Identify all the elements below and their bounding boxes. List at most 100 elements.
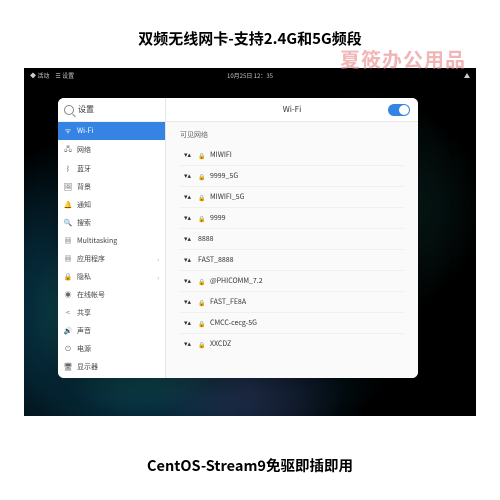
content-header: Wi-Fi xyxy=(166,98,418,122)
sidebar-item-6[interactable]: ▦ Multitasking xyxy=(58,232,165,250)
sidebar-item-4[interactable]: 🔔通知 xyxy=(58,196,165,214)
wifi-signal-icon: ▾▴ xyxy=(184,255,192,265)
network-item-8[interactable]: ▾▴ 🔒 CMCC-cecg-5G xyxy=(180,313,404,334)
chevron-right-icon: › xyxy=(157,273,159,282)
wifi-signal-icon: ▾▴ xyxy=(184,213,192,223)
lock-icon: 🔒 xyxy=(198,193,204,202)
network-name: FAST_8888 xyxy=(198,255,234,265)
sidebar-item-icon: ▦ xyxy=(64,236,72,246)
sidebar-item-12[interactable]: ⏻ 电源 xyxy=(58,340,165,358)
sidebar-item-5[interactable]: 🔍 搜索 xyxy=(58,214,165,232)
wifi-signal-icon: ▾▴ xyxy=(184,297,192,307)
watermark-text: 夏筱办公用品 xyxy=(340,44,466,73)
network-name: XXCDZ xyxy=(210,339,231,349)
sidebar-item-11[interactable]: 🔊 声音 xyxy=(58,322,165,340)
sidebar-item-label: 电源 xyxy=(77,344,91,354)
sidebar-item-3[interactable]: 🖼 背景 xyxy=(58,178,165,196)
sidebar-item-label: 显示器 xyxy=(77,362,98,372)
sidebar-item-2[interactable]: ᛒ 蓝牙 xyxy=(58,160,165,178)
wifi-toggle[interactable] xyxy=(388,104,410,116)
clock[interactable]: 10月25日 12：35 xyxy=(227,71,273,80)
lock-icon: 🔒 xyxy=(198,319,204,328)
network-name: 8888 xyxy=(198,234,214,244)
network-name: @PHICOMM_7.2 xyxy=(210,276,263,286)
chevron-right-icon: › xyxy=(157,255,159,264)
lock-icon: 🔒 xyxy=(198,214,204,223)
sidebar-item-13[interactable]: 🖥 显示器 xyxy=(58,358,165,376)
sidebar-item-8[interactable]: 🔒 隐私 › xyxy=(58,268,165,286)
network-item-9[interactable]: ▾▴ 🔒 XXCDZ xyxy=(180,334,404,354)
desktop-screenshot: ◆ 活动 ☰ 设置 10月25日 12：35 设置 ᯤ Wi-Fi 🖧 网络 ᛒ 蓝牙 🖼 背… xyxy=(24,68,476,416)
app-menu[interactable]: ☰ 设置 xyxy=(55,71,74,80)
section-label: 可见网络 xyxy=(180,130,404,140)
lock-icon: 🔒 xyxy=(198,172,204,181)
sidebar-item-9[interactable]: ◉ 在线帐号 xyxy=(58,286,165,304)
sidebar-item-icon: 🔒 xyxy=(64,272,72,282)
sidebar-item-icon: 🖥 xyxy=(64,362,72,372)
network-name: CMCC-cecg-5G xyxy=(210,318,257,328)
network-item-2[interactable]: ▾▴ 🔒 MIWIFI_5G xyxy=(180,187,404,208)
wifi-signal-icon: ▾▴ xyxy=(184,171,192,181)
network-item-5[interactable]: ▾▴ FAST_8888 xyxy=(180,250,404,271)
sidebar-item-icon: 🔍 xyxy=(64,218,72,228)
sidebar-item-label: 通知 xyxy=(77,200,91,210)
lock-icon: 🔒 xyxy=(198,277,204,286)
lock-icon: 🔒 xyxy=(198,151,204,160)
content-title: Wi-Fi xyxy=(283,104,302,115)
network-item-1[interactable]: ▾▴ 🔒 9999_5G xyxy=(180,166,404,187)
network-name: FAST_FE8A xyxy=(210,297,246,307)
content-pane: Wi-Fi 可见网络 ▾▴ 🔒 MIWIFI ▾▴ 🔒 9999_5G ▾▴ 🔒 MIWIFI_… xyxy=(166,98,418,378)
sidebar-header: 设置 xyxy=(58,98,165,122)
settings-sidebar: 设置 ᯤ Wi-Fi 🖧 网络 ᛒ 蓝牙 🖼 背景 🔔通知 🔍 搜索 ▦ Multitasking ▦ 应用… xyxy=(58,98,166,378)
network-item-0[interactable]: ▾▴ 🔒 MIWIFI xyxy=(180,145,404,166)
network-item-7[interactable]: ▾▴ 🔒 FAST_FE8A xyxy=(180,292,404,313)
sidebar-item-7[interactable]: ▦ 应用程序 › xyxy=(58,250,165,268)
network-name: MIWIFI xyxy=(210,150,232,160)
network-item-4[interactable]: ▾▴ 8888 xyxy=(180,229,404,250)
content-body: 可见网络 ▾▴🔒MIWIFI▾▴🔒9999_5G▾▴🔒MIWIFI_5G▾▴🔒9… xyxy=(166,122,418,362)
sidebar-item-label: Multitasking xyxy=(77,236,117,246)
caption-bottom: CentOS-Stream9免驱即插即用 xyxy=(0,455,500,476)
sidebar-list: ᯤ Wi-Fi 🖧 网络 ᛒ 蓝牙 🖼 背景 🔔通知 🔍 搜索 ▦ Multitasking ▦ 应用程序 ›… xyxy=(58,122,165,378)
sidebar-item-icon: ▦ xyxy=(64,254,72,264)
tray-icon xyxy=(464,73,470,78)
wifi-signal-icon: ▾▴ xyxy=(184,276,192,286)
lock-icon: 🔒 xyxy=(198,340,204,349)
sidebar-item-label: Wi-Fi xyxy=(77,126,93,136)
sidebar-item-icon: < xyxy=(64,308,72,318)
network-item-3[interactable]: ▾▴🔒9999 xyxy=(180,208,404,229)
sidebar-item-icon: 🖧 xyxy=(64,144,72,156)
sidebar-item-0[interactable]: ᯤ Wi-Fi xyxy=(58,122,165,140)
sidebar-item-icon: ᯤ xyxy=(64,126,72,136)
sidebar-item-label: 在线帐号 xyxy=(77,290,105,300)
sidebar-item-1[interactable]: 🖧 网络 xyxy=(58,140,165,160)
sidebar-item-icon: ◉ xyxy=(64,290,72,300)
sidebar-item-icon: ᛒ xyxy=(64,164,72,174)
sidebar-item-label: 共享 xyxy=(77,308,91,318)
settings-window: 设置 ᯤ Wi-Fi 🖧 网络 ᛒ 蓝牙 🖼 背景 🔔通知 🔍 搜索 ▦ Multitasking ▦ 应用… xyxy=(58,98,418,378)
network-name: MIWIFI_5G xyxy=(210,192,244,202)
wifi-signal-icon: ▾▴ xyxy=(184,339,192,349)
network-list: ▾▴🔒MIWIFI▾▴🔒9999_5G▾▴🔒MIWIFI_5G▾▴🔒9999▾▴… xyxy=(180,145,404,354)
wifi-signal-icon: ▾▴ xyxy=(184,318,192,328)
sidebar-item-label: 声音 xyxy=(77,326,91,336)
sidebar-item-icon: ⏻ xyxy=(64,344,72,354)
network-item-6[interactable]: ▾▴ 🔒 @PHICOMM_7.2 xyxy=(180,271,404,292)
sidebar-item-10[interactable]: < 共享 xyxy=(58,304,165,322)
wifi-signal-icon: ▾▴ xyxy=(184,192,192,202)
sidebar-item-label: 搜索 xyxy=(77,218,91,228)
sidebar-item-icon: 🖼 xyxy=(64,182,72,192)
sidebar-item-label: 应用程序 xyxy=(77,254,105,264)
lock-icon: 🔒 xyxy=(198,298,204,307)
sidebar-item-14[interactable]: 🖰鼠标和触摸板 xyxy=(58,376,165,378)
search-icon[interactable] xyxy=(64,105,74,115)
sidebar-item-label: 背景 xyxy=(77,182,91,192)
sidebar-item-label: 蓝牙 xyxy=(77,164,91,174)
wifi-signal-icon: ▾▴ xyxy=(184,234,192,244)
sidebar-item-label: 隐私 xyxy=(77,272,91,282)
wifi-signal-icon: ▾▴ xyxy=(184,150,192,160)
sidebar-item-icon: 🔊 xyxy=(64,326,72,336)
network-name: 9999_5G xyxy=(210,171,238,181)
activities-button[interactable]: ◆ 活动 xyxy=(30,71,49,80)
sidebar-item-label: 网络 xyxy=(77,145,91,155)
